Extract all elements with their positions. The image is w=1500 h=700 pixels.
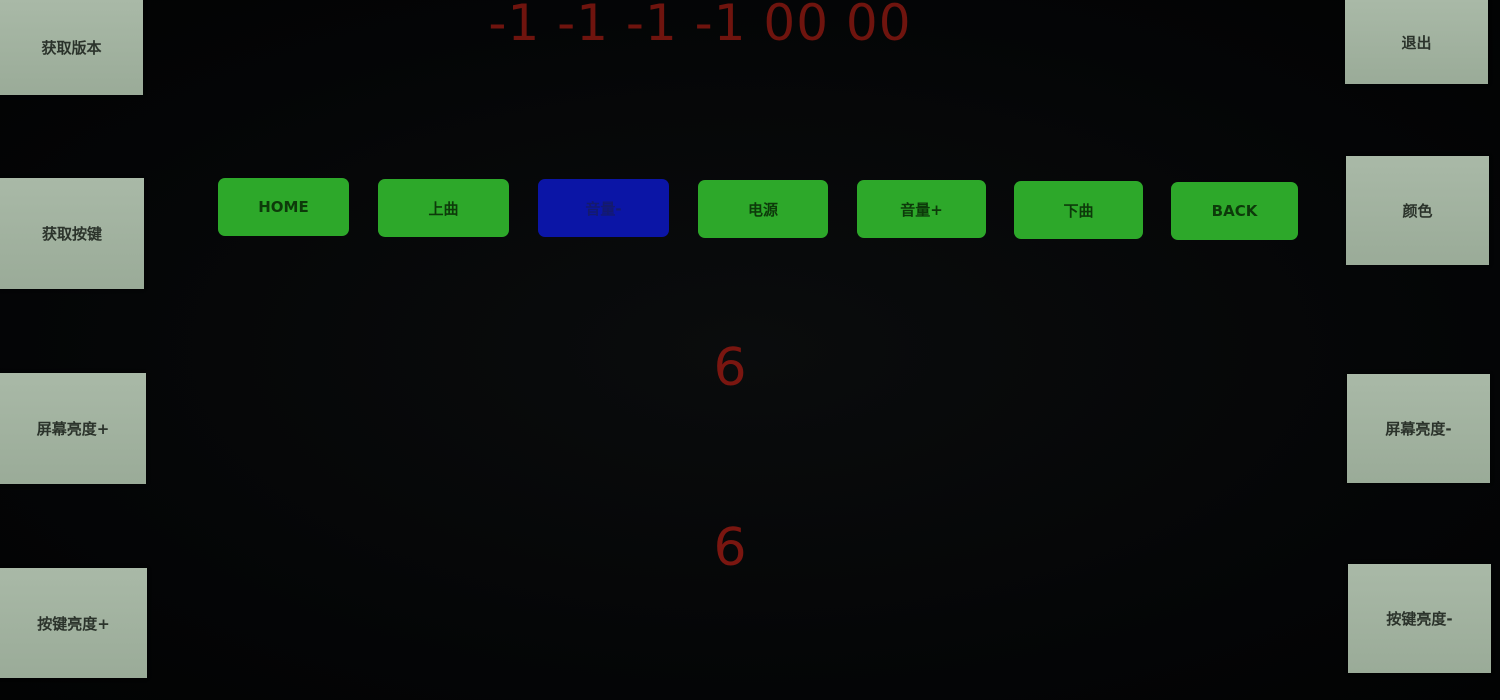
key-brightness-down-button[interactable]: 按键亮度- (1348, 564, 1491, 673)
key-power-button[interactable]: 电源 (698, 180, 828, 238)
key-volume-up-button[interactable]: 音量+ (857, 180, 986, 238)
key-back-button[interactable]: BACK (1171, 182, 1298, 240)
key-button-row: HOME 上曲 音量- 电源 音量+ 下曲 BACK (0, 0, 1500, 260)
readout-value-1: 6 (713, 338, 747, 398)
readout-value-2: 6 (713, 518, 747, 578)
key-volume-down-button[interactable]: 音量- (538, 179, 669, 237)
tester-screen: -1 -1 -1 -1 00 00 获取版本 获取按键 屏幕亮度+ 按键亮度+ … (0, 0, 1500, 700)
screen-brightness-up-button[interactable]: 屏幕亮度+ (0, 373, 146, 484)
screen-brightness-down-button[interactable]: 屏幕亮度- (1347, 374, 1490, 483)
key-brightness-up-button[interactable]: 按键亮度+ (0, 568, 147, 678)
key-next-track-button[interactable]: 下曲 (1014, 181, 1143, 239)
key-prev-track-button[interactable]: 上曲 (378, 179, 509, 237)
key-home-button[interactable]: HOME (218, 178, 349, 236)
